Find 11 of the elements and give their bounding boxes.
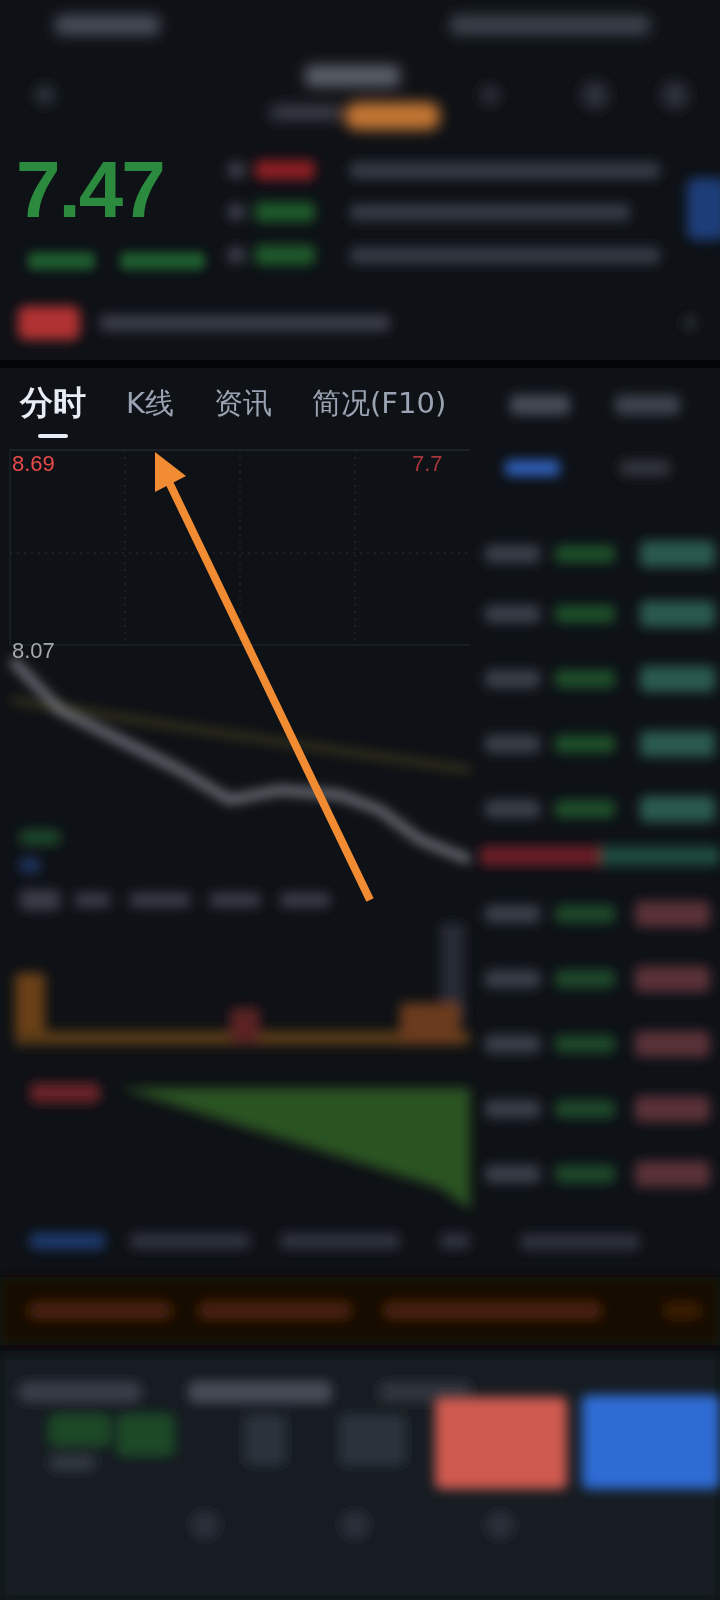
blurred-button[interactable] xyxy=(435,1397,567,1489)
blurred-button[interactable] xyxy=(582,1395,720,1489)
chart-tab[interactable]: 分时 xyxy=(20,382,86,438)
axis-high-change: 7.7 xyxy=(412,452,443,476)
axis-prev-close: 8.07 xyxy=(12,639,55,663)
axis-high-price: 8.69 xyxy=(12,452,55,476)
blurred-side-tab-drawing xyxy=(687,178,720,240)
last-price: 7.47 xyxy=(16,150,164,230)
chart-tab[interactable]: 简况(F10) xyxy=(312,382,447,438)
chart-tab[interactable]: 资讯 xyxy=(214,382,273,438)
chart-tab[interactable]: K线 xyxy=(126,382,175,438)
